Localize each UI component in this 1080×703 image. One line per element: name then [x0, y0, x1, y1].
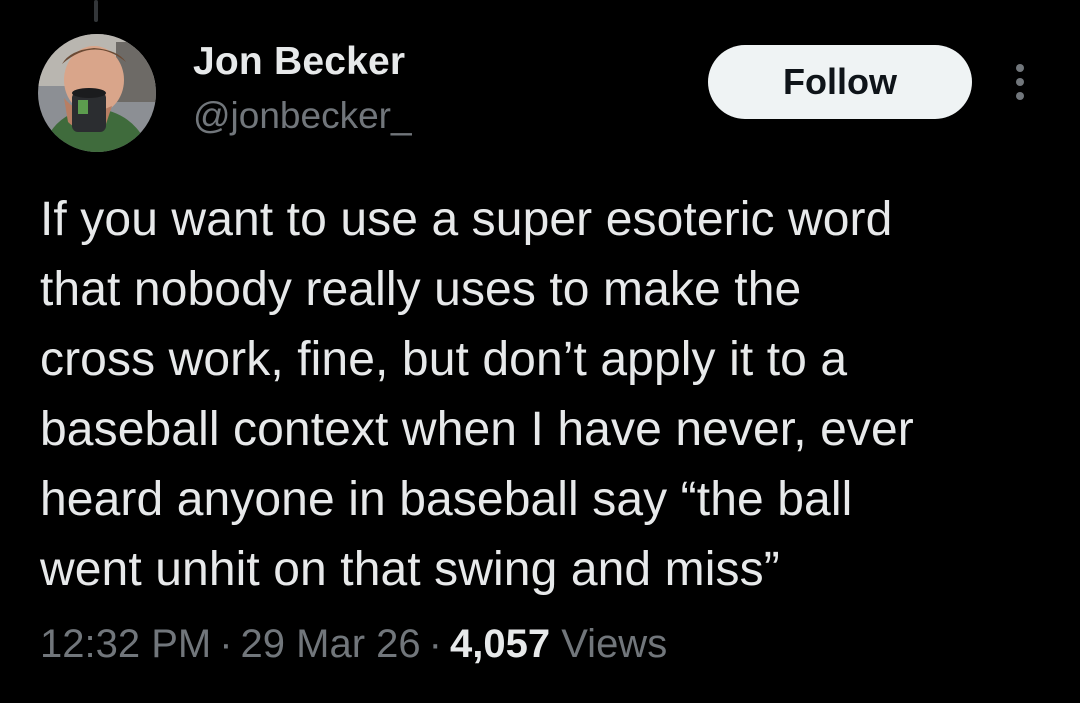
- thread-connector-line: [94, 0, 98, 22]
- views-label: Views: [561, 622, 668, 666]
- tweet-text: If you want to use a super esoteric word…: [40, 193, 914, 596]
- author-handle[interactable]: @jonbecker_: [193, 95, 412, 137]
- tweet-time[interactable]: 12:32 PM: [40, 622, 211, 666]
- meta-separator: ·: [219, 622, 233, 666]
- author-avatar[interactable]: [38, 34, 156, 152]
- views-count[interactable]: 4,057: [450, 622, 550, 666]
- meta-separator: ·: [428, 622, 442, 666]
- more-options-icon[interactable]: [1008, 58, 1032, 106]
- tweet-date[interactable]: 29 Mar 26: [241, 622, 421, 666]
- tweet-metadata: 12:32 PM · 29 Mar 26 · 4,057 Views: [40, 622, 667, 667]
- avatar-photo: [38, 34, 156, 152]
- author-name[interactable]: Jon Becker: [193, 40, 405, 84]
- follow-button[interactable]: Follow: [708, 45, 972, 119]
